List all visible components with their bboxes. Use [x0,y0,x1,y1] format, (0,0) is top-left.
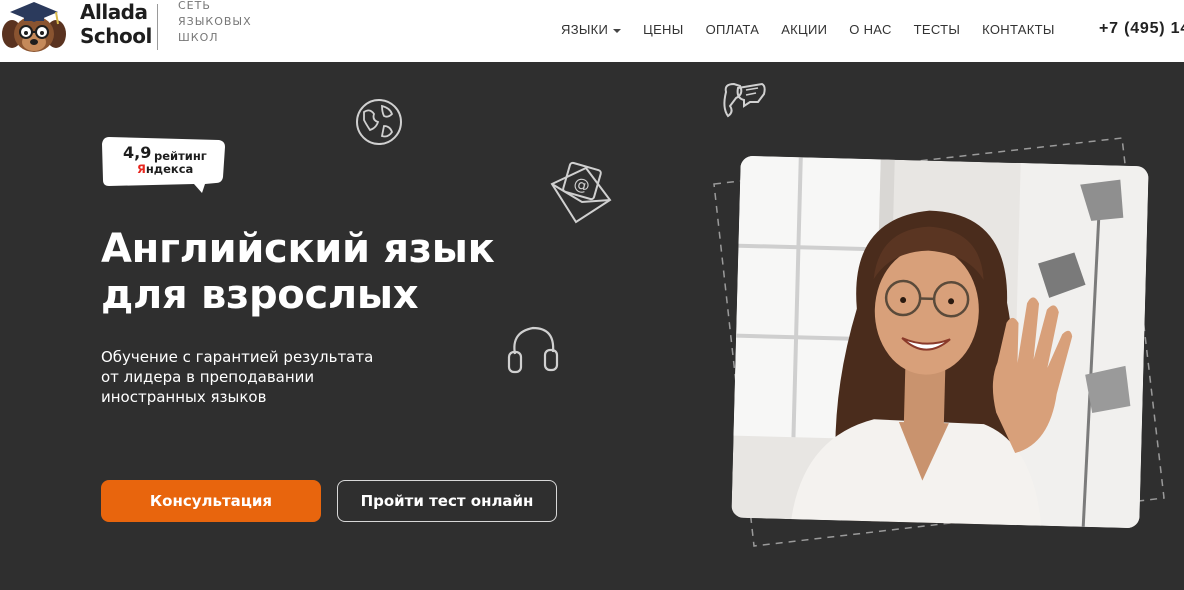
phone-link[interactable]: +7 (495) 14 [1099,20,1184,38]
rating-source: Яндекса [137,162,193,176]
logo-divider [157,4,158,50]
brand-name[interactable]: Allada School [80,0,152,48]
rating-badge: 4,9 рейтинг Яндекса [101,133,225,193]
brand-tagline-line2: ЯЗЫКОВЫХ [178,15,252,28]
svg-text:@: @ [572,173,592,195]
nav-item-prices[interactable]: ЦЕНЫ [643,22,683,37]
online-test-button[interactable]: Пройти тест онлайн [337,480,557,522]
site-header: Allada School СЕТЬ ЯЗЫКОВЫХ ШКОЛ ЯЗЫКИ Ц… [0,0,1184,62]
dog-mascot-icon[interactable] [0,0,68,56]
hero-title-line2: для взрослых [101,272,419,318]
globe-icon [356,99,402,145]
nav-item-contacts[interactable]: КОНТАКТЫ [982,22,1055,37]
hero-title-line1: Английский язык [101,226,495,272]
teacher-photo-illustration [731,155,1149,529]
hero-subtitle-line2: от лидера в преподавании [101,368,315,386]
mail-at-icon: @ [550,161,612,224]
chat-bubbles-icon [723,82,766,118]
chevron-down-icon [613,28,622,33]
rating-source-first-letter: Я [137,162,146,176]
rating-source-rest: ндекса [145,162,194,176]
brand-tagline-line1: СЕТЬ [178,0,211,12]
rating-word: рейтинг [154,149,207,163]
nav-item-about[interactable]: О НАС [849,22,891,37]
nav-item-languages[interactable]: ЯЗЫКИ [561,22,622,37]
brand-tagline-line3: ШКОЛ [178,31,219,44]
nav-item-promotions[interactable]: АКЦИИ [781,22,827,37]
consultation-button[interactable]: Консультация [101,480,321,522]
main-nav: ЯЗЫКИ ЦЕНЫ ОПЛАТА АКЦИИ О НАС ТЕСТЫ КОНТ… [561,22,1077,37]
hero-title: Английский язык для взрослых [101,226,495,318]
hero-subtitle-line3: иностранных языков [101,388,267,406]
nav-item-payment[interactable]: ОПЛАТА [706,22,760,37]
brand-tagline: СЕТЬ ЯЗЫКОВЫХ ШКОЛ [178,0,252,46]
brand-name-line2: School [80,24,152,48]
hero-subtitle: Обучение с гарантией результата от лидер… [101,347,373,407]
nav-item-label: ЯЗЫКИ [561,22,609,37]
rating-value: 4,9 [123,143,152,162]
hero-subtitle-line1: Обучение с гарантией результата [101,348,374,366]
headphones-icon [507,326,559,374]
nav-item-tests[interactable]: ТЕСТЫ [914,22,961,37]
hero-photo [731,155,1149,529]
brand-name-line1: Allada [80,0,148,24]
